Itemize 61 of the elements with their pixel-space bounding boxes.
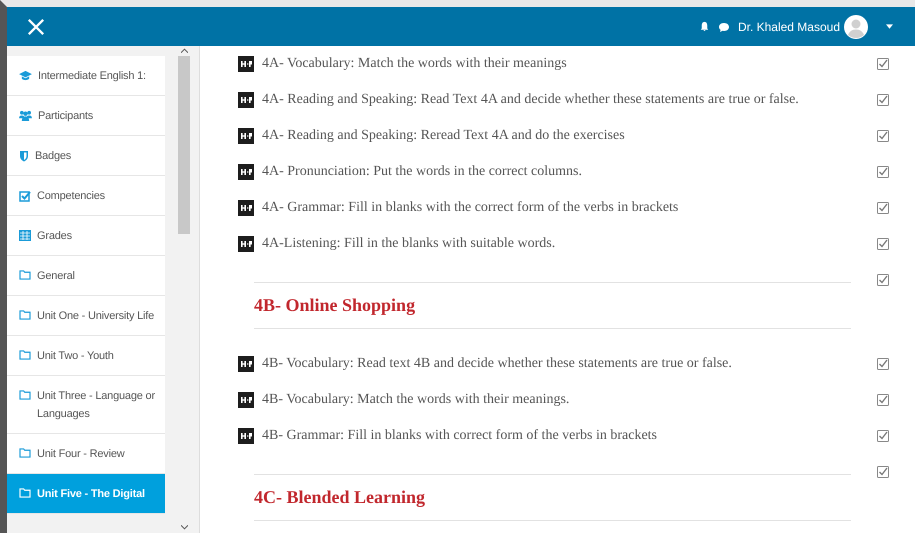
completion-checkbox[interactable] — [877, 238, 889, 250]
section-heading: 4B- Online Shopping — [254, 295, 416, 316]
completion-checkbox[interactable] — [877, 274, 889, 286]
users-icon — [19, 110, 32, 121]
activity-link[interactable]: 4B- Vocabulary: Match the words with their meanings. — [262, 392, 869, 408]
h5p-icon — [238, 200, 254, 216]
bell-icon[interactable] — [698, 21, 710, 32]
activity-link[interactable]: 4A- Vocabulary: Match the words with their meanings — [262, 56, 869, 72]
scroll-down-icon[interactable] — [180, 525, 188, 530]
scrollbar-thumb[interactable] — [178, 56, 190, 234]
chat-bubble-icon[interactable] — [718, 20, 730, 32]
h5p-icon — [238, 164, 254, 180]
scroll-up-icon[interactable] — [180, 48, 188, 53]
activity-link[interactable]: 4A- Pronunciation: Put the words in the correct columns. — [262, 164, 869, 180]
avatar-icon[interactable] — [844, 14, 868, 38]
folder-icon — [19, 448, 31, 458]
h5p-icon — [238, 128, 254, 144]
activity-link[interactable]: 4B- Grammar: Fill in blanks with correct form of the verbs in brackets — [262, 428, 869, 444]
activity-link[interactable]: 4A- Grammar: Fill in blanks with the correct form of the verbs in brackets — [262, 200, 869, 216]
completion-checkbox[interactable] — [877, 394, 889, 406]
section-heading: 4C- Blended Learning — [254, 487, 426, 508]
close-icon[interactable] — [27, 18, 45, 36]
nav-item[interactable]: Unit Three - Language or Languages — [7, 376, 165, 434]
nav-item[interactable]: General — [7, 256, 165, 296]
completion-checkbox[interactable] — [877, 430, 889, 442]
activity-link[interactable]: 4A-Listening: Fill in the blanks with suitable words. — [262, 236, 869, 252]
completion-checkbox[interactable] — [877, 202, 889, 214]
completion-checkbox[interactable] — [877, 358, 889, 370]
nav-item[interactable]: Participants — [7, 96, 165, 136]
folder-icon — [19, 350, 31, 360]
folder-icon — [19, 310, 31, 320]
nav-item[interactable]: Unit Two - Youth — [7, 336, 165, 376]
activity-link[interactable]: 4A- Reading and Speaking: Read Text 4A and decide whether these statements are true or false. — [262, 92, 869, 108]
completion-checkbox[interactable] — [877, 94, 889, 106]
completion-checkbox[interactable] — [877, 58, 889, 70]
activity-link[interactable]: 4B- Vocabulary: Read text 4B and decide whether these statements are true or false. — [262, 356, 869, 372]
table-icon — [19, 230, 31, 241]
nav-item[interactable]: Unit Four - Review — [7, 434, 165, 474]
completion-checkbox[interactable] — [877, 130, 889, 142]
nav-item[interactable]: Intermediate English 1: — [7, 56, 165, 96]
user-name[interactable]: Dr. Khaled Masoud — [738, 20, 840, 34]
h5p-icon — [238, 356, 254, 372]
checkbox-icon — [19, 190, 31, 202]
h5p-icon — [238, 236, 254, 252]
h5p-icon — [238, 428, 254, 444]
h5p-icon — [238, 92, 254, 108]
completion-checkbox[interactable] — [877, 466, 889, 478]
graduation-cap-icon — [19, 70, 32, 81]
h5p-icon — [238, 56, 254, 72]
folder-icon — [19, 390, 31, 400]
completion-checkbox[interactable] — [877, 166, 889, 178]
activity-link[interactable]: 4A- Reading and Speaking: Reread Text 4A and do the exercises — [262, 128, 869, 144]
nav-item[interactable]: Badges — [7, 136, 165, 176]
h5p-icon — [238, 392, 254, 408]
nav-item[interactable]: Grades — [7, 216, 165, 256]
shield-icon — [19, 150, 29, 162]
folder-icon — [19, 488, 31, 498]
caret-icon[interactable] — [886, 24, 893, 29]
folder-icon — [19, 270, 31, 280]
nav-item[interactable]: Competencies — [7, 176, 165, 216]
nav-item[interactable]: Unit One - University Life — [7, 296, 165, 336]
